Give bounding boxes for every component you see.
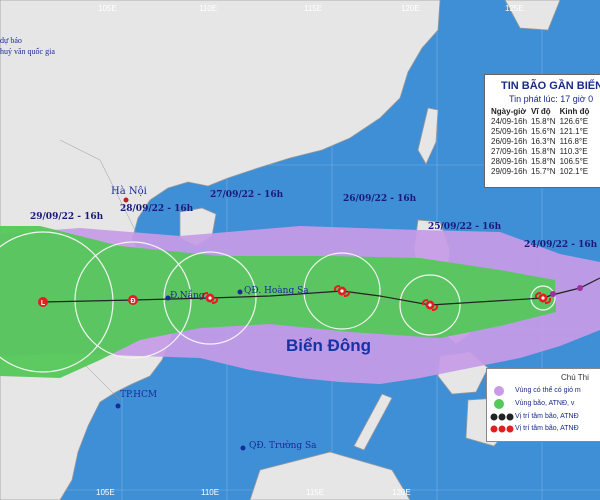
storm-bulletin-panel: TIN BÃO GẦN BIỂN Đ Tin phát lúc: 17 giờ … — [484, 74, 600, 188]
cell-lon: 116.8°E — [559, 137, 588, 146]
svg-text:Đ: Đ — [130, 298, 135, 305]
city-label-hanoi: Hà Nội — [111, 186, 147, 197]
lon-tick: 125E — [505, 4, 524, 13]
lon-tick: 120E — [392, 488, 411, 497]
lon-tick: 110E — [199, 4, 218, 13]
cell-lat: 15.6°N — [531, 127, 556, 136]
cell-time: 28/09-16h — [491, 157, 528, 166]
forecast-date-label: 29/09/22 - 16h — [30, 212, 104, 222]
lon-tick: 105E — [96, 488, 115, 497]
past-position-marker — [550, 291, 556, 297]
lon-tick: 105E — [98, 4, 117, 13]
risk-zone-swatch — [494, 386, 504, 396]
storm-symbol-red — [490, 425, 498, 433]
bulletin-title: TIN BÃO GẦN BIỂN Đ — [501, 80, 600, 92]
forecast-date-label: 26/09/22 - 16h — [343, 194, 417, 204]
cell-time: 24/09-16h — [491, 117, 528, 126]
palawan-island — [353, 393, 393, 451]
storm-zone-swatch — [494, 399, 504, 409]
storm-symbol-black — [490, 413, 498, 421]
forecast-date-label: 27/09/22 - 16h — [210, 190, 284, 200]
table-row: 24/09-16h 15.8°N 126.6°E — [491, 117, 593, 127]
svg-text:L: L — [41, 300, 46, 307]
taiwan-island — [417, 107, 439, 165]
column-header: Ngày-giờ — [491, 107, 527, 116]
legend-item-label: Vùng bão, ATNĐ, v — [515, 400, 575, 407]
cell-lat: 15.8°N — [531, 117, 556, 126]
lon-tick: 120E — [401, 4, 420, 13]
cell-time: 26/09-16h — [491, 137, 528, 146]
cell-lat: 15.8°N — [531, 147, 556, 156]
past-position-marker — [577, 285, 583, 291]
map-legend-panel: Chú Thi Vùng có thể có gió m Vùng bão, A… — [486, 368, 600, 442]
table-row: 28/09-16h 15.8°N 106.5°E — [491, 157, 593, 167]
cell-lat: 15.7°N — [531, 167, 556, 176]
city-label-danang: Đ.Nẵng — [170, 291, 205, 301]
low-icon: L — [38, 297, 48, 307]
lon-tick: 110E — [201, 488, 220, 497]
low-symbol-red — [506, 425, 514, 433]
bulletin-table: Ngày-giờ Vĩ độ Kinh độ 24/09-16h 15.8°N 12… — [491, 107, 593, 177]
legend-item-label: Vùng có thể có gió m — [515, 387, 581, 394]
column-header: Kinh độ — [559, 107, 590, 116]
forecast-date-label: 24/09/22 - 16h — [524, 240, 598, 250]
lon-tick: 115E — [304, 4, 323, 13]
cell-lon: 121.1°E — [559, 127, 589, 136]
depression-symbol-red — [498, 425, 506, 433]
table-row: 26/09-16h 16.3°N 116.8°E — [491, 137, 593, 147]
legend-item-label: Vị trí tâm bão, ATNĐ — [515, 425, 579, 432]
column-header: Vĩ độ — [531, 107, 551, 116]
hanoi-marker — [123, 197, 129, 203]
storm-track-map: Đ L dự báo huỷ văn quốc gia 105E 110E 11… — [0, 0, 600, 500]
forecast-date-label: 25/09/22 - 16h — [428, 222, 502, 232]
cell-lon: 102.1°E — [559, 167, 589, 176]
bulletin-issued-time: Tin phát lúc: 17 giờ 0 — [509, 94, 594, 104]
borneo-island — [249, 451, 411, 500]
hoangsa-marker — [237, 289, 243, 295]
cell-lat: 15.8°N — [531, 157, 556, 166]
cell-lon: 110.3°E — [559, 147, 588, 156]
low-symbol-black — [506, 413, 514, 421]
cell-time: 29/09-16h — [491, 167, 528, 176]
cell-lon: 126.6°E — [559, 117, 589, 126]
table-header-row: Ngày-giờ Vĩ độ Kinh độ — [491, 107, 593, 117]
depression-symbol-black — [498, 413, 506, 421]
island-label-hoangsa: QĐ. Hoàng Sa — [244, 286, 309, 296]
sea-name-label: Biển Đông — [286, 336, 371, 355]
truongsa-marker — [240, 445, 246, 451]
forecast-date-label: 28/09/22 - 16h — [120, 204, 194, 214]
table-row: 27/09-16h 15.8°N 110.3°E — [491, 147, 593, 157]
agency-name-line1: dự báo — [0, 36, 22, 45]
cell-lat: 16.3°N — [531, 137, 556, 146]
hcm-marker — [115, 403, 121, 409]
legend-item-label: Vị trí tâm bão, ATNĐ — [515, 413, 579, 420]
agency-name-line2: huỷ văn quốc gia — [0, 47, 55, 56]
lon-tick: 115E — [306, 488, 325, 497]
cell-lon: 106.5°E — [559, 157, 589, 166]
city-label-hcm: TP.HCM — [120, 390, 158, 400]
cell-time: 25/09-16h — [491, 127, 528, 136]
depression-icon: Đ — [128, 295, 138, 305]
cell-time: 27/09-16h — [491, 147, 528, 156]
island-label-truongsa: QĐ. Trường Sa — [249, 441, 317, 451]
table-row: 29/09-16h 15.7°N 102.1°E — [491, 167, 593, 177]
table-row: 25/09-16h 15.6°N 121.1°E — [491, 127, 593, 137]
